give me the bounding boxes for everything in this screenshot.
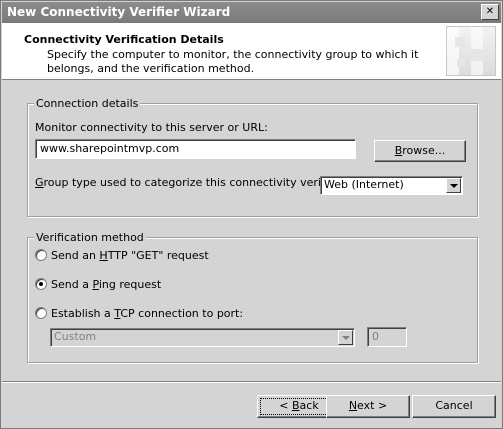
wizard-logo-icon [446,26,496,76]
cancel-button[interactable]: Cancel [412,395,496,418]
monitor-url-input[interactable]: www.sharepointmvp.com [35,139,356,159]
footer-separator [2,381,501,383]
title-bar[interactable]: New Connectivity Verifier Wizard ✕ [2,2,501,23]
tcp-radio[interactable] [35,307,47,319]
wizard-header: Connectivity Verification Details Specif… [2,23,501,80]
connection-details-label: Connection details [34,97,141,110]
wizard-window: New Connectivity Verifier Wizard ✕ Conne… [0,0,503,429]
window-title: New Connectivity Verifier Wizard [7,5,231,19]
page-title: Connectivity Verification Details [24,33,224,46]
close-icon[interactable]: ✕ [481,4,499,20]
next-button[interactable]: Next > [326,395,410,418]
ping-label[interactable]: Send a Ping request [51,278,161,291]
group-type-select[interactable]: Web (Internet) [320,176,463,195]
tcp-label[interactable]: Establish a TCP connection to port: [51,307,243,320]
http-get-radio[interactable] [35,249,47,261]
verification-method-label: Verification method [34,231,146,244]
chevron-down-icon[interactable] [446,178,461,193]
monitor-label: Monitor connectivity to this server or U… [35,121,268,134]
group-type-value: Web (Internet) [324,178,404,191]
port-number-input[interactable]: 0 [367,327,407,347]
chevron-down-icon[interactable] [338,330,353,345]
port-type-value: Custom [54,330,97,343]
http-get-label[interactable]: Send an HTTP "GET" request [51,249,209,262]
page-description: Specify the computer to monitor, the con… [47,48,419,75]
browse-button[interactable]: Browse... [374,140,466,162]
port-type-select[interactable]: Custom [50,328,355,347]
group-type-label: Group type used to categorize this conne… [35,176,343,189]
ping-radio[interactable] [35,278,47,290]
